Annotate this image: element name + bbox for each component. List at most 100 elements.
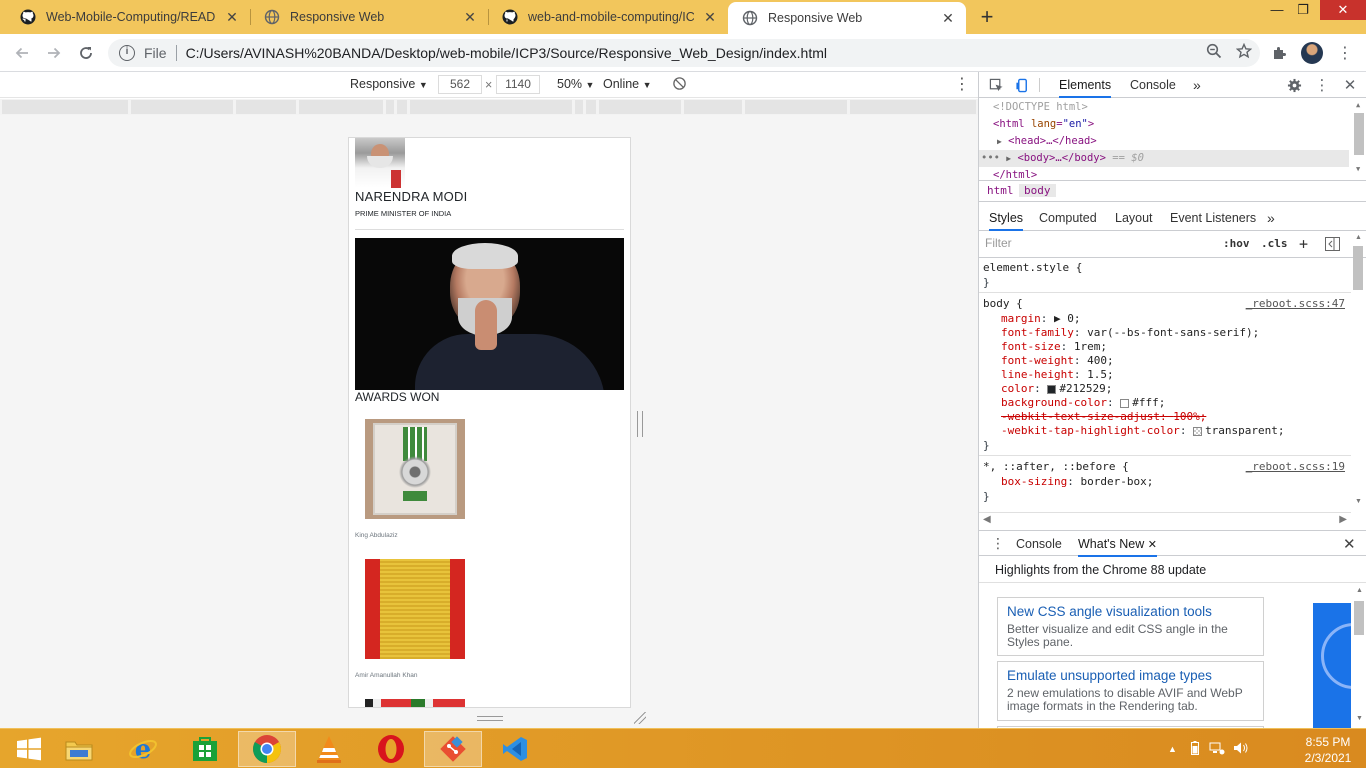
volume-icon[interactable] [1233, 741, 1249, 758]
rule-body-selector[interactable]: body { [983, 297, 1023, 311]
emulated-page[interactable]: NARENDRA MODI PRIME MINISTER OF INDIA AW… [348, 137, 631, 708]
resize-handle-right[interactable] [637, 411, 643, 437]
tab-github-readme[interactable]: Web-Mobile-Computing/README ✕ [6, 0, 250, 34]
styles-scrollbar[interactable]: ▲ ▼ [1352, 234, 1364, 510]
expand-triangle-icon[interactable]: ▶ [1006, 154, 1011, 163]
settings-gear-icon[interactable] [1285, 76, 1303, 94]
new-rule-plus-icon[interactable]: + [1299, 235, 1308, 253]
media-query-segment[interactable] [397, 100, 407, 114]
kebab-menu-icon[interactable]: ⋮ [1334, 42, 1356, 64]
css-declaration[interactable]: color: #212529; [1001, 382, 1112, 396]
network-icon[interactable] [1209, 741, 1225, 758]
resize-handle-bottom[interactable] [477, 716, 503, 721]
breadcrumb-html[interactable]: html [982, 184, 1019, 197]
rule-element-style[interactable]: element.style { [983, 261, 1082, 275]
dom-node-html[interactable]: <html lang="en"> [979, 116, 1349, 133]
hov-toggle[interactable]: :hov [1223, 237, 1250, 250]
file-explorer-icon[interactable] [50, 731, 108, 767]
forward-button[interactable] [42, 41, 66, 65]
color-swatch[interactable] [1047, 384, 1057, 394]
scroll-right-icon[interactable]: ▶ [1339, 514, 1347, 525]
more-tabs-icon[interactable]: » [1193, 72, 1201, 98]
css-declaration[interactable]: -webkit-tap-highlight-color: transparent… [1001, 424, 1285, 438]
cls-toggle[interactable]: .cls [1261, 237, 1288, 250]
close-devtools-icon[interactable]: ✕ [1341, 76, 1359, 94]
breadcrumb-body[interactable]: body [1019, 184, 1056, 197]
network-throttle-select[interactable]: Online ▼ [603, 77, 652, 91]
device-mode-select[interactable]: Responsive ▼ [350, 77, 428, 91]
opera-icon[interactable] [362, 731, 420, 767]
close-icon[interactable]: ✕ [940, 10, 956, 26]
drawer-kebab-icon[interactable]: ⋮ [991, 535, 1005, 552]
css-declaration[interactable]: font-size: 1rem; [1001, 340, 1107, 354]
close-icon[interactable]: ✕ [462, 9, 478, 25]
viewport-height-input[interactable]: 1140 [496, 75, 540, 94]
close-drawer-icon[interactable]: ✕ [1343, 535, 1356, 553]
vlc-icon[interactable] [300, 731, 358, 767]
new-tab-button[interactable]: + [976, 6, 998, 29]
dom-node-body[interactable]: ••• ▶ <body>…</body> == $0 [979, 150, 1349, 167]
color-swatch[interactable] [1193, 426, 1203, 436]
tray-overflow-icon[interactable]: ▲ [1168, 744, 1177, 754]
url-text[interactable]: C:/Users/AVINASH%20BANDA/Desktop/web-mob… [186, 45, 827, 61]
inspect-element-icon[interactable] [987, 76, 1005, 94]
drawer-tab-whats-new[interactable]: What's New ✕ [1078, 531, 1157, 557]
media-query-segment[interactable] [131, 100, 233, 114]
media-query-segment[interactable] [684, 100, 742, 114]
media-query-segment[interactable] [599, 100, 681, 114]
chrome-icon[interactable] [238, 731, 296, 767]
rotate-icon[interactable] [672, 76, 687, 94]
dom-scrollbar[interactable]: ▲ ▼ [1353, 101, 1365, 177]
color-swatch[interactable] [1120, 398, 1130, 408]
media-query-segment[interactable] [236, 100, 296, 114]
media-query-segment[interactable] [575, 100, 583, 114]
whats-new-card[interactable]: Emulate unsupported image types 2 new em… [997, 661, 1264, 721]
whats-new-scrollbar[interactable]: ▲ ▼ [1353, 587, 1365, 727]
tab-responsive-web-1[interactable]: Responsive Web ✕ [250, 0, 488, 34]
devtools-kebab-icon[interactable]: ⋮ [1313, 76, 1331, 94]
media-query-segment[interactable] [386, 100, 394, 114]
close-icon[interactable]: ✕ [224, 9, 240, 25]
css-declaration[interactable]: background-color: #fff; [1001, 396, 1165, 410]
close-icon[interactable]: ✕ [1148, 539, 1157, 551]
dom-node-doctype[interactable]: <!DOCTYPE html> [979, 99, 1349, 116]
rule-source-link[interactable]: _reboot.scss:19 [1246, 460, 1345, 473]
whats-new-card-title[interactable]: New CSS angle visualization tools [1007, 603, 1254, 620]
git-icon[interactable] [424, 731, 482, 767]
styles-pane[interactable]: element.style { } body { _reboot.scss:47… [979, 259, 1351, 511]
bookmark-star-icon[interactable] [1235, 42, 1253, 64]
media-query-segment[interactable] [586, 100, 596, 114]
tab-responsive-web-active[interactable]: Responsive Web ✕ [728, 2, 966, 34]
store-icon[interactable] [176, 731, 234, 767]
media-query-segment[interactable] [850, 100, 976, 114]
info-icon[interactable]: i [119, 45, 135, 61]
toggle-sidebar-icon[interactable] [1325, 237, 1340, 254]
media-query-bar[interactable] [0, 99, 978, 115]
dom-node-head[interactable]: ▶ <head>…</head> [979, 133, 1349, 150]
css-declaration[interactable]: font-family: var(--bs-font-sans-serif); [1001, 326, 1259, 340]
tab-event-listeners[interactable]: Event Listeners [1170, 205, 1256, 231]
device-toggle-icon[interactable] [1013, 76, 1031, 94]
tab-styles[interactable]: Styles [989, 205, 1024, 231]
address-bar[interactable]: i File C:/Users/AVINASH%20BANDA/Desktop/… [108, 39, 1260, 67]
back-button[interactable] [10, 41, 34, 65]
device-options-kebab-icon[interactable]: ⋮ [954, 74, 970, 94]
whats-new-card-title[interactable]: Emulate unsupported image types [1007, 667, 1254, 684]
css-declaration-overridden[interactable]: -webkit-text-size-adjust: 100%; [1001, 410, 1206, 424]
media-query-segment[interactable] [745, 100, 847, 114]
tab-layout[interactable]: Layout [1115, 205, 1153, 231]
expand-triangle-icon[interactable]: ▶ [997, 137, 1002, 146]
tab-computed[interactable]: Computed [1039, 205, 1097, 231]
battery-icon[interactable] [1190, 740, 1199, 758]
scroll-left-icon[interactable]: ◀ [983, 514, 991, 525]
vscode-icon[interactable] [486, 731, 544, 767]
viewport-width-input[interactable]: 562 [438, 75, 482, 94]
css-declaration[interactable]: box-sizing: border-box; [1001, 475, 1153, 489]
media-query-segment[interactable] [2, 100, 128, 114]
styles-horizontal-scrollbar[interactable]: ◀ ▶ [979, 512, 1351, 526]
css-declaration[interactable]: margin: ▶ 0; [1001, 312, 1081, 326]
close-window-button[interactable]: ✕ [1320, 0, 1366, 20]
css-declaration[interactable]: line-height: 1.5; [1001, 368, 1114, 382]
styles-filter-input[interactable]: Filter [985, 236, 1012, 250]
close-icon[interactable]: ✕ [702, 9, 718, 25]
